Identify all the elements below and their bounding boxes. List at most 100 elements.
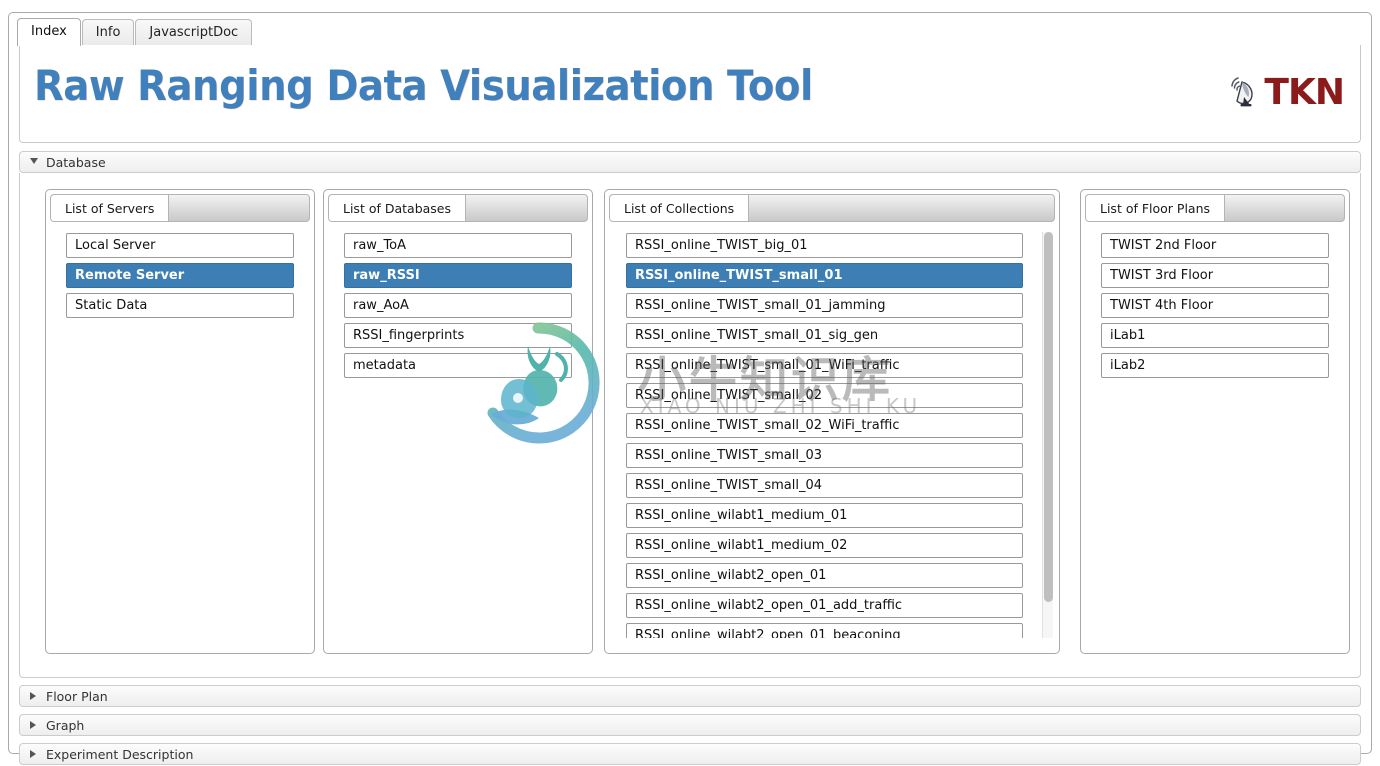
triangle-down-icon xyxy=(30,158,38,164)
database-item[interactable]: metadata xyxy=(344,353,572,378)
floorplan-item[interactable]: TWIST 3rd Floor xyxy=(1101,263,1329,288)
database-item[interactable]: raw_AoA xyxy=(344,293,572,318)
triangle-right-icon xyxy=(30,750,36,758)
collection-item[interactable]: RSSI_online_wilabt2_open_01_add_traffic xyxy=(626,593,1023,618)
collection-item-label: RSSI_online_TWIST_small_01_jamming xyxy=(635,298,886,313)
floorplan-item-label: iLab1 xyxy=(1110,328,1146,343)
collection-item[interactable]: RSSI_online_wilabt1_medium_01 xyxy=(626,503,1023,528)
collection-item[interactable]: RSSI_online_TWIST_small_01 xyxy=(626,263,1023,288)
floorplan-item-label: TWIST 3rd Floor xyxy=(1110,268,1214,283)
tkn-logo: TKN xyxy=(1223,70,1345,116)
floorplan-item-label: iLab2 xyxy=(1110,358,1146,373)
collection-item-label: RSSI_online_TWIST_small_01 xyxy=(635,268,843,283)
tab-index-label: Index xyxy=(31,24,67,39)
database-section-body: List of Servers Local Server Remote Serve… xyxy=(19,173,1361,678)
tab-javascriptdoc[interactable]: JavascriptDoc xyxy=(135,19,253,46)
collection-item[interactable]: RSSI_online_TWIST_small_02_WiFi_traffic xyxy=(626,413,1023,438)
accordion-label-experiment-description: Experiment Description xyxy=(46,747,194,762)
database-item[interactable]: raw_ToA xyxy=(344,233,572,258)
panel-list-of-floor-plans: List of Floor Plans TWIST 2nd Floor TWIST… xyxy=(1080,189,1350,654)
window-shell: Index Info JavascriptDoc Raw Ranging Dat… xyxy=(8,12,1372,765)
panel-list-of-collections: List of Collections RSSI_online_TWIST_bi… xyxy=(604,189,1060,654)
collection-item[interactable]: RSSI_online_TWIST_small_01_sig_gen xyxy=(626,323,1023,348)
collection-item[interactable]: RSSI_online_TWIST_big_01 xyxy=(626,233,1023,258)
floorplan-item[interactable]: iLab1 xyxy=(1101,323,1329,348)
panel-tabbar-floorplans: List of Floor Plans xyxy=(1085,194,1345,222)
collection-item-label: RSSI_online_TWIST_small_01_sig_gen xyxy=(635,328,879,343)
collections-scrollbar-thumb[interactable] xyxy=(1044,232,1053,602)
list-area-collections: RSSI_online_TWIST_big_01 RSSI_online_TWIS… xyxy=(609,226,1055,649)
triangle-right-icon xyxy=(30,721,36,729)
collection-item-label: RSSI_online_wilabt1_medium_01 xyxy=(635,508,848,523)
collection-item-label: RSSI_online_wilabt2_open_01_add_traffic xyxy=(635,598,903,613)
list-databases: raw_ToA raw_RSSI raw_AoA RSSI_fingerprintsm… xyxy=(344,233,572,383)
collection-item[interactable]: RSSI_online_TWIST_small_03 xyxy=(626,443,1023,468)
panel-tab-databases[interactable]: List of Databases xyxy=(329,195,467,221)
list-area-floorplans: TWIST 2nd Floor TWIST 3rd Floor TWIST 4th … xyxy=(1085,226,1345,649)
collection-item[interactable]: RSSI_online_TWIST_small_02 xyxy=(626,383,1023,408)
panel-tabbar-servers: List of Servers xyxy=(50,194,310,222)
collection-item[interactable]: RSSI_online_TWIST_small_04 xyxy=(626,473,1023,498)
collections-scrollbar-track[interactable] xyxy=(1042,232,1053,647)
panel-tab-floorplans[interactable]: List of Floor Plans xyxy=(1086,195,1226,221)
accordion-header-floor-plan[interactable]: Floor Plan xyxy=(19,685,1361,707)
accordion-label-database: Database xyxy=(46,155,106,170)
server-item[interactable]: Static Data xyxy=(66,293,294,318)
panel-tab-servers[interactable]: List of Servers xyxy=(51,195,170,221)
tab-info[interactable]: Info xyxy=(81,19,135,46)
collection-item-label: RSSI_online_TWIST_small_04 xyxy=(635,478,823,493)
floorplan-item[interactable]: TWIST 2nd Floor xyxy=(1101,233,1329,258)
server-item-label: Static Data xyxy=(75,298,148,313)
server-item-label: Remote Server xyxy=(75,268,185,283)
panel-tab-collections[interactable]: List of Collections xyxy=(610,195,750,221)
tab-info-label: Info xyxy=(95,25,121,40)
collection-item[interactable]: RSSI_online_wilabt2_open_01 xyxy=(626,563,1023,588)
panel-tabbar-collections: List of Collections xyxy=(609,194,1055,222)
collection-item-label: RSSI_online_wilabt2_open_01 xyxy=(635,568,827,583)
list-area-servers: Local Server Remote Server Static Data xyxy=(50,226,310,649)
collection-item[interactable]: RSSI_online_wilabt1_medium_02 xyxy=(626,533,1023,558)
collection-item-label: RSSI_online_TWIST_small_02 xyxy=(635,388,823,403)
accordion-header-experiment-description[interactable]: Experiment Description xyxy=(19,743,1361,765)
tab-javascriptdoc-label: JavascriptDoc xyxy=(149,25,239,40)
panel-list-of-databases: List of Databases raw_ToA raw_RSSI raw_AoA… xyxy=(323,189,593,654)
floorplan-item[interactable]: TWIST 4th Floor xyxy=(1101,293,1329,318)
database-item-label: metadata xyxy=(353,358,417,373)
accordion-header-graph[interactable]: Graph xyxy=(19,714,1361,736)
collection-item-label: RSSI_online_TWIST_small_02_WiFi_traffic xyxy=(635,418,900,433)
server-item-label: Local Server xyxy=(75,238,156,253)
list-floorplans: TWIST 2nd Floor TWIST 3rd Floor TWIST 4th … xyxy=(1101,233,1329,383)
server-item[interactable]: Remote Server xyxy=(66,263,294,288)
accordion-label-floor-plan: Floor Plan xyxy=(46,689,108,704)
top-tab-bar: Index Info JavascriptDoc xyxy=(9,13,1371,46)
list-collections: RSSI_online_TWIST_big_01 RSSI_online_TWIS… xyxy=(626,233,1023,649)
app-root: Index Info JavascriptDoc Raw Ranging Dat… xyxy=(0,0,1380,766)
collection-item[interactable]: RSSI_online_TWIST_small_01_WiFi_traffic xyxy=(626,353,1023,378)
database-item[interactable]: raw_RSSI xyxy=(344,263,572,288)
server-item[interactable]: Local Server xyxy=(66,233,294,258)
list-bottom-clip-cover xyxy=(606,638,1058,652)
page-title: Raw Ranging Data Visualization Tool xyxy=(34,61,813,110)
list-servers: Local Server Remote Server Static Data xyxy=(66,233,294,323)
floorplan-item[interactable]: iLab2 xyxy=(1101,353,1329,378)
database-item-label: raw_RSSI xyxy=(353,268,420,283)
database-item[interactable]: RSSI_fingerprints xyxy=(344,323,572,348)
collection-item-label: RSSI_online_wilabt1_medium_02 xyxy=(635,538,848,553)
floorplan-item-label: TWIST 2nd Floor xyxy=(1110,238,1217,253)
database-item-label: RSSI_fingerprints xyxy=(353,328,465,343)
collection-item[interactable]: RSSI_online_TWIST_small_01_jamming xyxy=(626,293,1023,318)
accordion-header-database[interactable]: Database xyxy=(19,151,1361,173)
satellite-dish-icon xyxy=(1231,77,1254,107)
accordion-label-graph: Graph xyxy=(46,718,85,733)
panel-tabbar-databases: List of Databases xyxy=(328,194,588,222)
panel-list-of-servers: List of Servers Local Server Remote Serve… xyxy=(45,189,315,654)
page-header: Raw Ranging Data Visualization Tool TKN xyxy=(19,45,1361,143)
tab-index[interactable]: Index xyxy=(17,18,81,46)
database-item-label: raw_AoA xyxy=(353,298,409,313)
collection-item-label: RSSI_online_TWIST_small_03 xyxy=(635,448,823,463)
floorplan-item-label: TWIST 4th Floor xyxy=(1110,298,1214,313)
triangle-right-icon xyxy=(30,692,36,700)
collection-item-label: RSSI_online_TWIST_small_01_WiFi_traffic xyxy=(635,358,900,373)
collection-item-label: RSSI_online_TWIST_big_01 xyxy=(635,238,808,253)
tkn-logo-text: TKN xyxy=(1264,72,1345,113)
